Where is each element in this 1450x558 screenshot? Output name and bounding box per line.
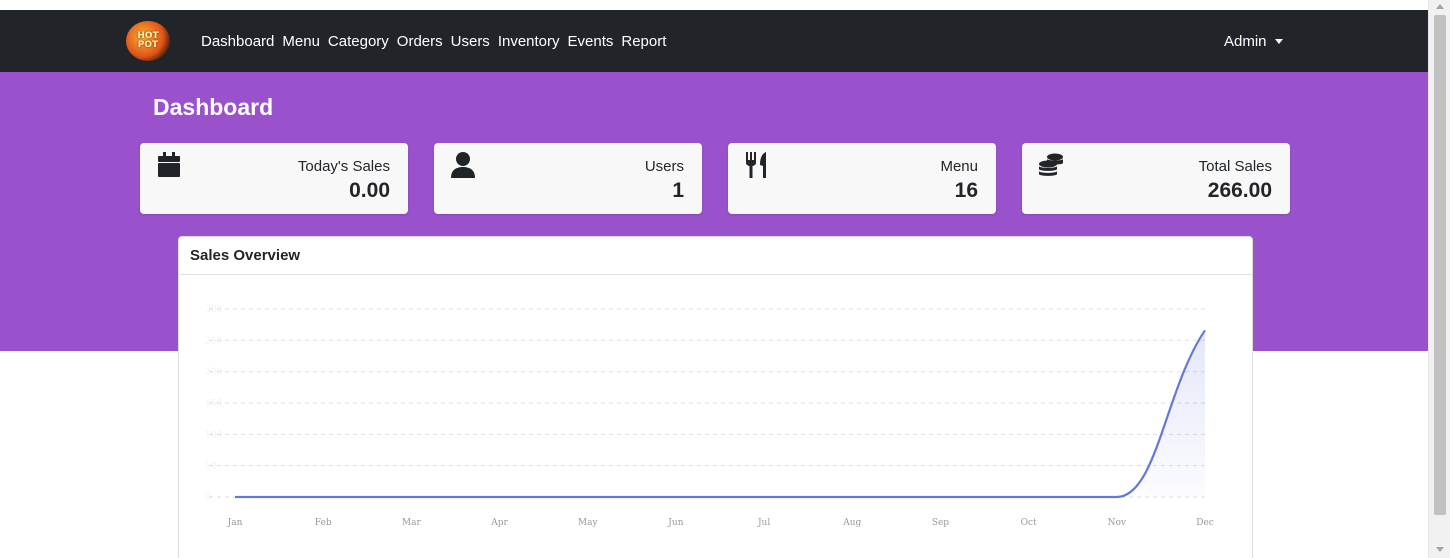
stat-value: 0.00: [349, 179, 390, 202]
top-navbar: HOT POT Dashboard Menu Category Orders Us…: [0, 10, 1428, 72]
data-point-mar[interactable]: [405, 491, 417, 503]
nav-category[interactable]: Category: [328, 33, 389, 50]
stat-card-todays-sales: Today's Sales 0.00: [140, 143, 408, 214]
page-scrollbar[interactable]: [1428, 0, 1450, 558]
x-tick-label: Dec: [1196, 518, 1214, 528]
x-tick-label: Jun: [667, 518, 683, 528]
x-tick-label: Jul: [757, 518, 770, 528]
nav-orders[interactable]: Orders: [397, 33, 443, 50]
coins-icon: [1039, 153, 1063, 176]
data-point-aug[interactable]: [846, 491, 858, 503]
stat-label: Today's Sales: [297, 158, 390, 175]
utensils-icon: [746, 152, 766, 178]
stat-value: 266.00: [1207, 179, 1272, 202]
y-tick-label: 50: [205, 462, 217, 472]
y-tick-label: 150: [205, 399, 222, 409]
x-tick-label: Jan: [227, 518, 243, 528]
sales-line-chart: 0 50 100 150 200 250 300 Jan Feb Mar Apr May Jun Jul A…: [205, 305, 1214, 528]
stat-card-users: Users 1: [434, 143, 702, 214]
chart-title: Sales Overview: [179, 237, 1252, 275]
page-title: Dashboard: [153, 94, 274, 120]
x-tick-label: Feb: [315, 518, 332, 528]
brand-logo[interactable]: HOT POT: [126, 21, 170, 61]
scroll-thumb[interactable]: [1434, 15, 1446, 515]
stat-value: 16: [954, 179, 978, 202]
nav-menu[interactable]: Menu: [282, 33, 320, 50]
nav-dashboard[interactable]: Dashboard: [201, 33, 274, 50]
calendar-icon: [158, 152, 180, 177]
stat-label: Users: [644, 158, 684, 175]
nav-links: Dashboard Menu Category Orders Users Inv…: [201, 10, 674, 72]
user-icon: [451, 152, 475, 178]
sales-overview-card: Sales Overview 0 50 100 150 200 250 300 Jan Feb M…: [178, 236, 1253, 558]
y-tick-label: 0: [205, 493, 211, 503]
x-tick-label: May: [578, 518, 599, 528]
stat-card-total-sales: Total Sales 266.00: [1022, 143, 1290, 214]
stat-label: Total Sales: [1198, 158, 1272, 175]
admin-label: Admin: [1224, 32, 1267, 50]
data-point-feb[interactable]: [317, 491, 329, 503]
caret-down-icon: [1274, 38, 1283, 44]
x-tick-label: Aug: [842, 518, 861, 528]
nav-users[interactable]: Users: [451, 33, 490, 50]
stat-value: 1: [672, 179, 684, 202]
y-tick-label: 300: [205, 305, 222, 315]
y-tick-label: 200: [205, 368, 222, 378]
data-point-apr[interactable]: [494, 491, 506, 503]
data-point-jan[interactable]: [229, 491, 241, 503]
nav-inventory[interactable]: Inventory: [498, 33, 560, 50]
y-tick-label: 100: [205, 430, 222, 440]
scroll-up-icon[interactable]: [1436, 4, 1444, 9]
data-point-may[interactable]: [582, 491, 594, 503]
nav-events[interactable]: Events: [568, 33, 614, 50]
window-top-strip: [0, 0, 1428, 10]
series-area: [235, 330, 1205, 497]
scroll-down-icon[interactable]: [1436, 547, 1444, 552]
data-point-jun[interactable]: [670, 491, 682, 503]
data-point-nov[interactable]: [1111, 491, 1123, 503]
nav-report[interactable]: Report: [621, 33, 666, 50]
x-tick-label: Sep: [932, 518, 949, 528]
x-tick-label: Nov: [1108, 518, 1127, 528]
data-point-dec[interactable]: [1199, 324, 1211, 336]
data-point-sep[interactable]: [934, 491, 946, 503]
admin-dropdown[interactable]: Admin: [1224, 10, 1283, 72]
x-tick-label: Apr: [490, 518, 508, 528]
stat-label: Menu: [940, 158, 978, 175]
data-point-jul[interactable]: [758, 491, 770, 503]
series-line: [235, 329, 1206, 499]
stat-card-menu: Menu 16: [728, 143, 996, 214]
x-tick-label: Mar: [402, 518, 422, 528]
data-point-oct[interactable]: [1023, 491, 1035, 503]
y-tick-label: 250: [205, 336, 222, 346]
x-tick-label: Oct: [1021, 518, 1037, 528]
